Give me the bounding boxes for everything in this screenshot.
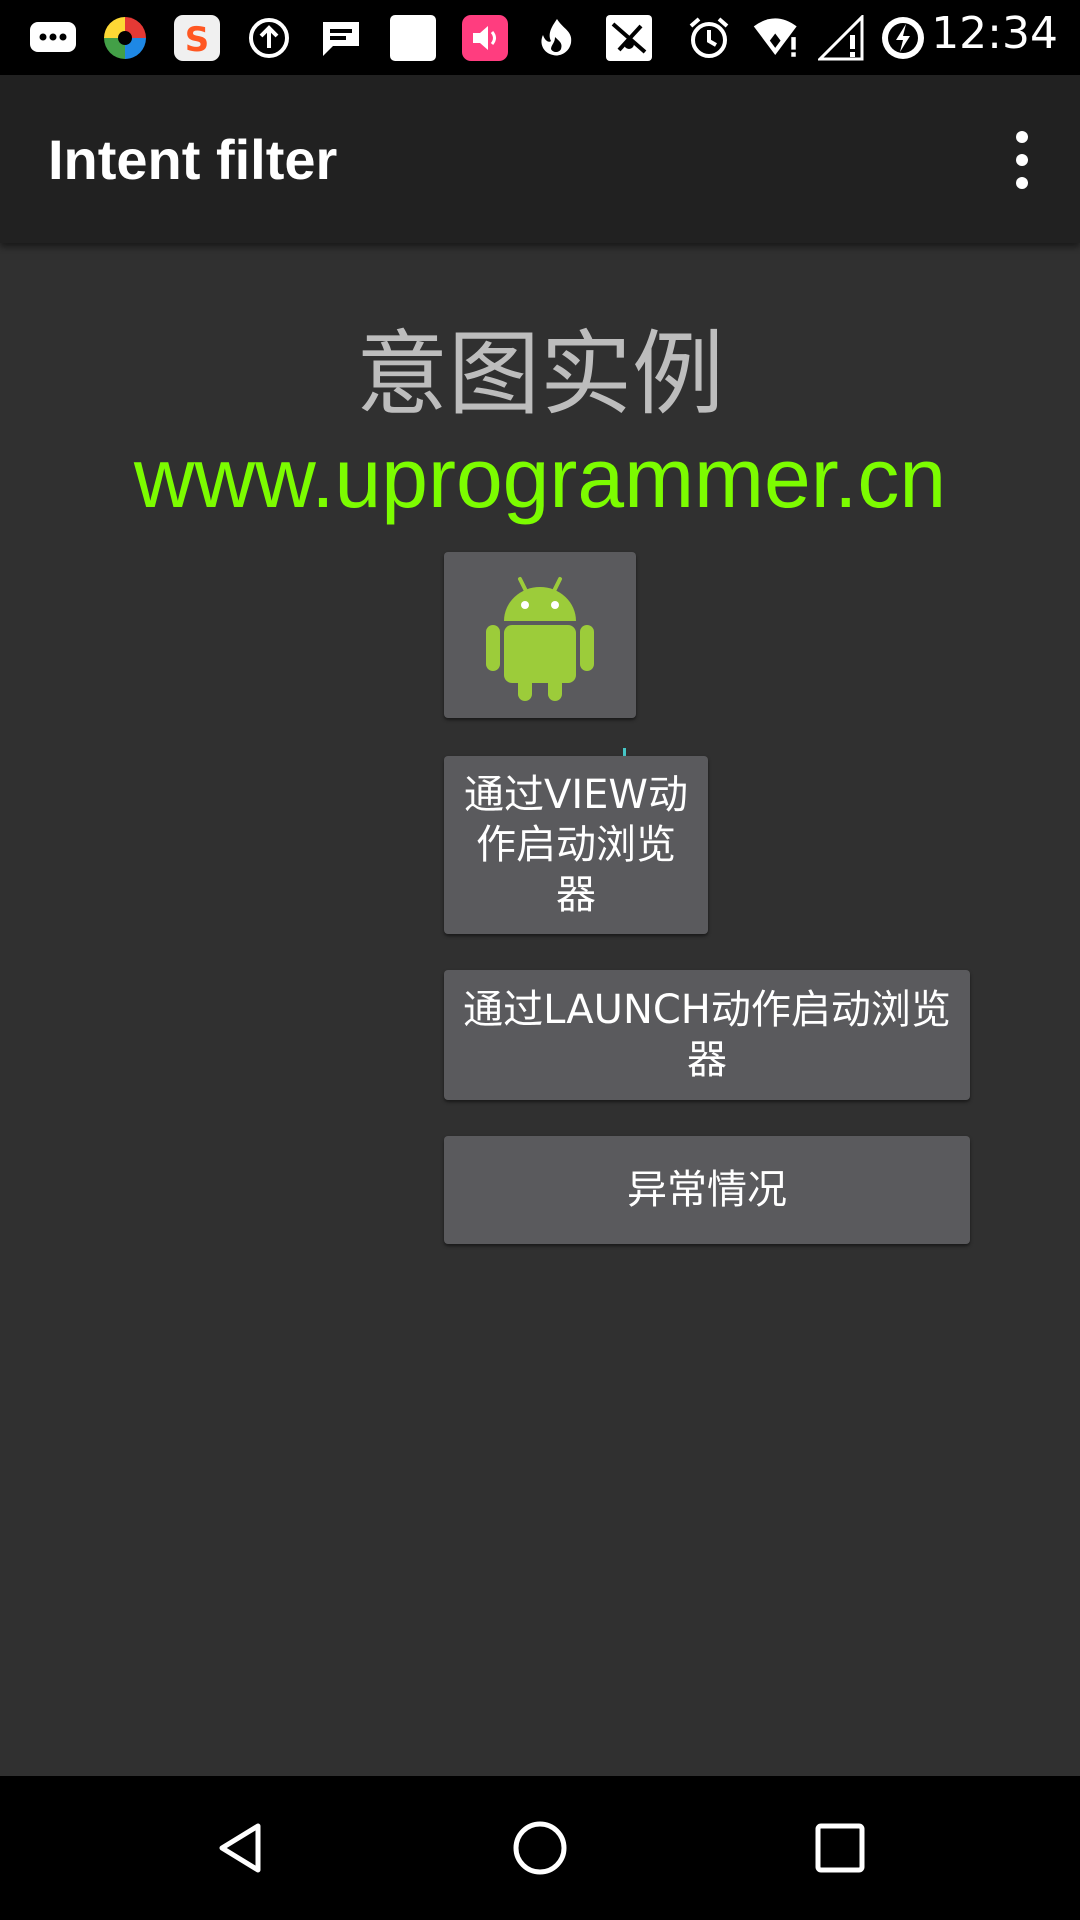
website-url: www.uprogrammer.cn (133, 431, 947, 525)
navigation-bar (0, 1776, 1080, 1920)
more-vert-icon[interactable] (992, 125, 1052, 195)
page-heading: 意图实例 (355, 321, 724, 428)
bird-app-icon (604, 13, 654, 63)
signal-icon (816, 13, 866, 63)
pinwheel-app-icon (100, 13, 150, 63)
upload-icon (244, 13, 294, 63)
alarm-icon (684, 13, 734, 63)
home-icon[interactable] (504, 1812, 576, 1884)
battery-charging-icon (878, 13, 928, 63)
exception-button[interactable]: 异常情况 (444, 1136, 970, 1244)
app-bar: Intent filter (0, 75, 1080, 243)
launch-action-button[interactable]: 通过LAUNCH动作启动浏览器 (444, 970, 970, 1100)
status-bar: S 12:34 (0, 0, 1080, 75)
flame-app-icon (532, 13, 582, 63)
back-icon[interactable] (204, 1812, 276, 1884)
svg-text:S: S (185, 20, 210, 60)
recents-icon[interactable] (804, 1812, 876, 1884)
sogou-input-icon: S (172, 13, 222, 63)
wifi-icon (752, 13, 802, 63)
status-time: 12:34 (931, 8, 1058, 59)
blank-square-icon (388, 13, 438, 63)
volume-app-icon (460, 13, 510, 63)
message-icon (316, 13, 366, 63)
android-robot-icon (486, 577, 594, 701)
view-action-button[interactable]: 通过VIEW动作启动浏览器 (444, 756, 708, 934)
app-title: Intent filter (48, 128, 338, 191)
chat-bubble-icon (28, 13, 78, 63)
android-image-button[interactable] (444, 552, 636, 718)
